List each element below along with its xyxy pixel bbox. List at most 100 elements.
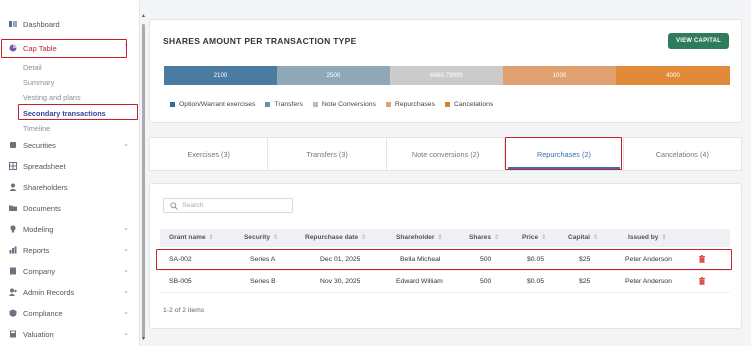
sort-icon[interactable]: ⇕ [661,235,666,241]
column-label: Repurchase date [305,234,359,241]
sidebar-subitem-timeline[interactable]: Timeline [23,124,50,133]
chevron-down-icon[interactable]: ⌄ [122,330,130,338]
column-header-shares[interactable]: Shares ⇕ [469,234,499,241]
sidebar-item-admin-records[interactable]: Admin Records ⌄ [0,283,134,301]
sidebar-subitem-summary[interactable]: Summary [23,78,54,87]
column-label: Price [522,234,539,241]
sort-icon[interactable]: ⇕ [209,235,214,241]
sidebar-scrollbar[interactable]: ▲ ▼ [141,10,146,342]
sort-icon[interactable]: ⇕ [593,235,598,241]
pagination-info: 1-2 of 2 items [163,307,205,314]
sidebar-item-dashboard[interactable]: Dashboard [0,15,134,33]
sidebar-item-reports[interactable]: Reports ⌄ [0,241,134,259]
sidebar-item-label: Company [23,266,56,276]
chevron-down-icon[interactable]: ⌄ [122,141,130,149]
scrollbar-thumb[interactable] [142,24,145,339]
admin-records-icon [9,288,17,296]
highlight-row-sa-002 [156,249,732,270]
legend-swatch [385,101,391,107]
sidebar: Dashboard Cap Table ⌃ Detail Summary Ves… [0,0,140,346]
legend-swatch [444,101,450,107]
sidebar-item-spreadsheet[interactable]: Spreadsheet [0,157,134,175]
column-label: Shareholder [396,234,435,241]
sidebar-item-compliance[interactable]: Compliance ⌄ [0,304,134,322]
cell-issued-by: Peter Anderson [625,278,672,285]
column-label: Issued by [628,234,659,241]
sidebar-subitem-vesting[interactable]: Vesting and plans [23,93,81,102]
highlight-repurchases-tab [505,137,622,170]
cell-capital: $25 [579,278,591,285]
table-row[interactable]: SB-005 Series B Nov 30, 2025 Edward Will… [160,271,730,293]
page-title: SHARES AMOUNT PER TRANSACTION TYPE [163,36,357,46]
legend-label: Transfers [274,100,303,108]
dashboard-icon [9,20,17,28]
column-header-grant-name[interactable]: Grant name ⇕ [169,234,214,241]
bar-segment-repurchases: 1000 [503,66,616,85]
sidebar-item-label: Reports [23,245,50,255]
sidebar-item-label: Securities [23,140,56,150]
sidebar-item-label: Modeling [23,224,54,234]
cell-repurchase-date: Nov 30, 2025 [320,278,361,285]
company-icon [9,267,17,275]
sort-icon[interactable]: ⇕ [541,235,546,241]
column-label: Capital [568,234,590,241]
legend-item-note-conversions: Note Conversions [312,100,376,108]
chart-legend: Option/Warrant exercises Transfers Note … [170,99,503,109]
reports-icon [9,246,17,254]
chevron-down-icon[interactable]: ⌄ [122,309,130,317]
column-header-security[interactable]: Security ⇕ [244,234,278,241]
scroll-down-arrow-icon[interactable]: ▼ [141,336,146,342]
search-input[interactable]: Search [163,198,293,213]
tab-note-conversions[interactable]: Note conversions (2) [387,138,506,170]
column-header-capital[interactable]: Capital ⇕ [568,234,598,241]
sidebar-item-label: Admin Records [23,287,75,297]
column-header-price[interactable]: Price ⇕ [522,234,546,241]
sidebar-item-company[interactable]: Company ⌄ [0,262,134,280]
transaction-tabs: Exercises (3) Transfers (3) Note convers… [149,137,742,171]
legend-item-repurchases: Repurchases [385,100,435,108]
scroll-up-arrow-icon[interactable]: ▲ [141,13,146,19]
sidebar-item-label: Dashboard [23,19,60,29]
chevron-down-icon[interactable]: ⌄ [122,225,130,233]
sidebar-item-modeling[interactable]: Modeling ⌄ [0,220,134,238]
tab-transfers[interactable]: Transfers (3) [268,138,387,170]
sidebar-item-securities[interactable]: Securities ⌄ [0,136,134,154]
bar-segment-exercises: 2100 [164,66,277,85]
sidebar-item-label: Compliance [23,308,63,318]
column-header-repurchase-date[interactable]: Repurchase date ⇕ [305,234,366,241]
cell-shares: 500 [480,278,492,285]
bar-segment-note-conversions: 6668.79999 [390,66,503,85]
sidebar-subitem-detail[interactable]: Detail [23,63,42,72]
sort-icon[interactable]: ⇕ [273,235,278,241]
legend-label: Repurchases [394,100,435,108]
chevron-down-icon[interactable]: ⌄ [122,246,130,254]
sort-icon[interactable]: ⇕ [494,235,499,241]
chevron-down-icon[interactable]: ⌄ [122,267,130,275]
sort-icon[interactable]: ⇕ [437,235,442,241]
highlight-cap-table [1,39,127,58]
sort-icon[interactable]: ⇕ [361,235,366,241]
column-header-issued-by[interactable]: Issued by ⇕ [628,234,666,241]
legend-label: Note Conversions [321,100,376,108]
view-capital-button[interactable]: VIEW CAPITAL [668,33,729,49]
chevron-down-icon[interactable]: ⌄ [122,288,130,296]
column-label: Grant name [169,234,206,241]
column-header-shareholder[interactable]: Shareholder ⇕ [396,234,443,241]
compliance-icon [9,309,17,317]
tab-exercises[interactable]: Exercises (3) [150,138,269,170]
trash-icon[interactable] [698,277,706,285]
sidebar-item-label: Valuation [23,329,54,339]
sidebar-item-shareholders[interactable]: Shareholders [0,178,134,196]
sidebar-item-documents[interactable]: Documents [0,199,134,217]
documents-icon [9,204,17,212]
spreadsheet-icon [9,162,17,170]
sidebar-item-valuation[interactable]: Valuation ⌄ [0,325,134,343]
legend-swatch [170,101,175,107]
bar-segment-cancelations: 4000 [616,66,730,85]
highlight-secondary-transactions [18,104,138,120]
sidebar-item-label: Shareholders [23,182,68,192]
legend-item-cancelations: Cancelations [444,101,493,108]
cell-grant-name: SB-005 [169,278,192,285]
tab-cancelations[interactable]: Cancelations (4) [624,138,741,170]
column-label: Security [244,234,271,241]
